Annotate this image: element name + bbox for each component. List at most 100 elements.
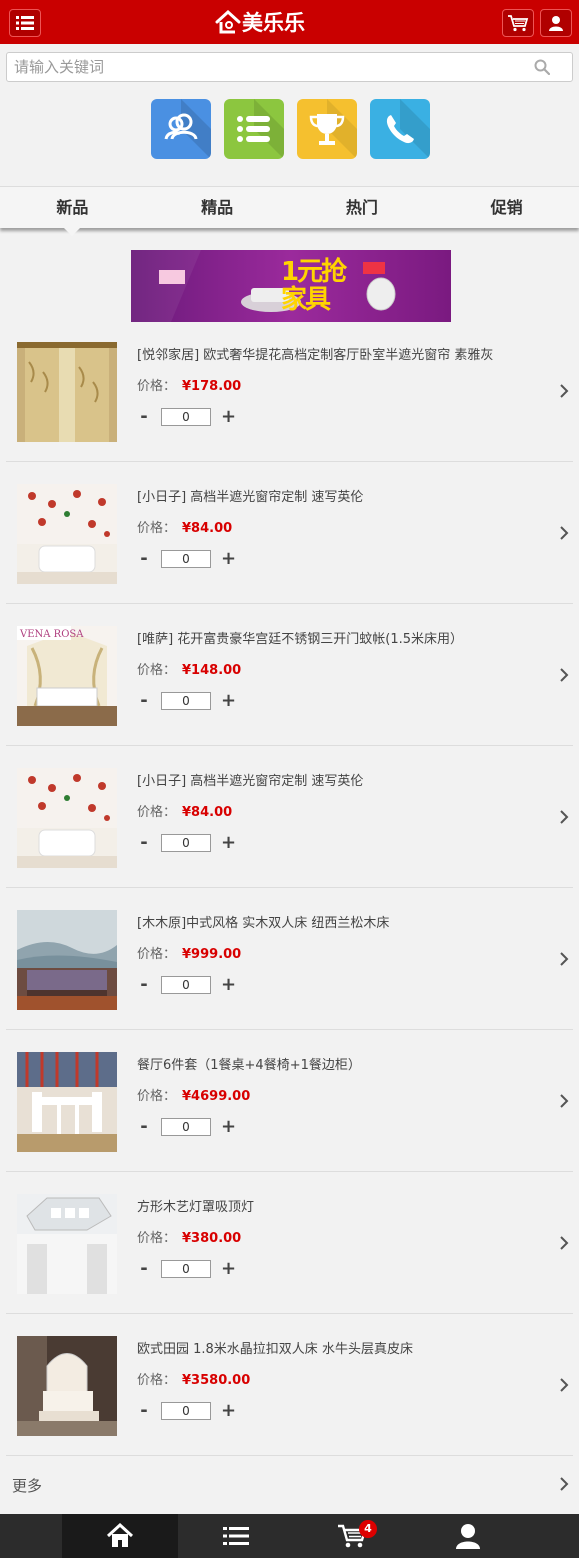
increase-button[interactable]: + xyxy=(221,692,236,710)
promo-banner[interactable]: 1元抢家具 xyxy=(131,250,451,322)
product-item[interactable]: [木木原]中式风格 实木双人床 纽西兰松木床 价格： ¥999.00 - 0 + xyxy=(6,888,573,1030)
price-label: 价格： xyxy=(137,521,177,536)
product-image[interactable] xyxy=(17,1052,117,1152)
chevron-right-icon[interactable] xyxy=(559,1094,569,1108)
decrease-button[interactable]: - xyxy=(137,1402,151,1420)
tab-promotion[interactable]: 促销 xyxy=(434,187,579,228)
increase-button[interactable]: + xyxy=(221,976,236,994)
phone-icon xyxy=(386,99,430,159)
quantity-input[interactable]: 0 xyxy=(161,834,211,852)
decrease-button[interactable]: - xyxy=(137,976,151,994)
quantity-input[interactable]: 0 xyxy=(161,976,211,994)
search-bar xyxy=(6,52,573,82)
chevron-right-icon[interactable] xyxy=(559,952,569,966)
price-label: 价格： xyxy=(137,663,177,678)
nav-home[interactable] xyxy=(62,1514,178,1558)
quick-link-categories[interactable] xyxy=(224,99,284,159)
tab-hot[interactable]: 热门 xyxy=(290,187,435,228)
product-item[interactable]: [小日子] 高档半遮光窗帘定制 速写英伦 价格： ¥84.00 - 0 + xyxy=(6,462,573,604)
tab-label: 新品 xyxy=(56,198,89,217)
quantity-stepper: - 0 + xyxy=(137,548,236,570)
site-logo[interactable]: 美乐乐 xyxy=(215,6,305,38)
quantity-input[interactable]: 0 xyxy=(161,692,211,710)
more-link[interactable]: 更多 xyxy=(0,1460,579,1508)
increase-button[interactable]: + xyxy=(221,408,236,426)
product-item[interactable]: [小日子] 高档半遮光窗帘定制 速写英伦 价格： ¥84.00 - 0 + xyxy=(6,746,573,888)
chevron-right-icon[interactable] xyxy=(559,810,569,824)
increase-button[interactable]: + xyxy=(221,1402,236,1420)
product-image[interactable]: VENA ROSA xyxy=(17,626,117,726)
product-image[interactable] xyxy=(17,484,117,584)
product-price: ¥380.00 xyxy=(182,1231,242,1246)
product-image[interactable] xyxy=(17,768,117,868)
product-list: [悦邻家居] 欧式奢华提花高档定制客厅卧室半遮光窗帘 素雅灰 价格： ¥178.0… xyxy=(0,320,579,1456)
price-label: 价格： xyxy=(137,379,177,394)
chevron-right-icon[interactable] xyxy=(559,668,569,682)
product-price-row: 价格： ¥178.00 xyxy=(137,375,241,394)
quantity-input[interactable]: 0 xyxy=(161,550,211,568)
product-image[interactable] xyxy=(17,1194,117,1294)
house-logo-icon xyxy=(215,10,241,34)
product-image[interactable] xyxy=(17,1336,117,1436)
product-price: ¥999.00 xyxy=(182,947,242,962)
quantity-stepper: - 0 + xyxy=(137,1116,236,1138)
product-name[interactable]: 欧式田园 1.8米水晶拉扣双人床 水牛头层真皮床 xyxy=(137,1338,413,1357)
increase-button[interactable]: + xyxy=(221,1118,236,1136)
tab-new[interactable]: 新品 xyxy=(0,187,145,236)
decrease-button[interactable]: - xyxy=(137,408,151,426)
quick-link-members[interactable] xyxy=(151,99,211,159)
tab-featured[interactable]: 精品 xyxy=(145,187,290,228)
quick-link-contact[interactable] xyxy=(370,99,430,159)
quantity-input[interactable]: 0 xyxy=(161,1402,211,1420)
product-name[interactable]: [木木原]中式风格 实木双人床 纽西兰松木床 xyxy=(137,912,389,931)
product-item[interactable]: VENA ROSA [唯萨] 花开富贵豪华宫廷不锈钢三开门蚊帐(1.5米床用） … xyxy=(6,604,573,746)
product-item[interactable]: 方形木艺灯罩吸顶灯 价格： ¥380.00 - 0 + xyxy=(6,1172,573,1314)
chevron-right-icon[interactable] xyxy=(559,1378,569,1392)
search-input[interactable] xyxy=(7,53,527,81)
menu-button[interactable] xyxy=(9,9,41,37)
quantity-input[interactable]: 0 xyxy=(161,1260,211,1278)
product-name[interactable]: 餐厅6件套（1餐桌+4餐椅+1餐边柜） xyxy=(137,1054,361,1073)
increase-button[interactable]: + xyxy=(221,550,236,568)
nav-categories[interactable] xyxy=(178,1514,294,1558)
increase-button[interactable]: + xyxy=(221,1260,236,1278)
chevron-right-icon[interactable] xyxy=(559,384,569,398)
cart-button[interactable] xyxy=(502,9,534,37)
product-price-row: 价格： ¥4699.00 xyxy=(137,1085,250,1104)
menu-icon xyxy=(16,16,34,30)
user-icon xyxy=(456,1524,480,1549)
product-item[interactable]: [悦邻家居] 欧式奢华提花高档定制客厅卧室半遮光窗帘 素雅灰 价格： ¥178.0… xyxy=(6,320,573,462)
quick-link-rankings[interactable] xyxy=(297,99,357,159)
product-item[interactable]: 欧式田园 1.8米水晶拉扣双人床 水牛头层真皮床 价格： ¥3580.00 - 0… xyxy=(6,1314,573,1456)
product-name[interactable]: 方形木艺灯罩吸顶灯 xyxy=(137,1196,254,1215)
user-button[interactable] xyxy=(540,9,572,37)
increase-button[interactable]: + xyxy=(221,834,236,852)
product-name[interactable]: [悦邻家居] 欧式奢华提花高档定制客厅卧室半遮光窗帘 素雅灰 xyxy=(137,344,493,363)
product-name[interactable]: [小日子] 高档半遮光窗帘定制 速写英伦 xyxy=(137,770,363,789)
decrease-button[interactable]: - xyxy=(137,692,151,710)
chevron-right-icon[interactable] xyxy=(559,1236,569,1250)
nav-user[interactable] xyxy=(410,1514,526,1558)
decrease-button[interactable]: - xyxy=(137,1118,151,1136)
product-name[interactable]: [唯萨] 花开富贵豪华宫廷不锈钢三开门蚊帐(1.5米床用） xyxy=(137,628,463,647)
product-price-row: 价格： ¥84.00 xyxy=(137,517,232,536)
more-label: 更多 xyxy=(12,1477,43,1495)
search-icon[interactable] xyxy=(534,59,550,75)
banner-title: 1元抢家具 xyxy=(281,257,347,315)
product-price: ¥3580.00 xyxy=(182,1373,251,1388)
nav-cart[interactable]: 4 xyxy=(294,1514,410,1558)
product-image[interactable] xyxy=(17,910,117,1010)
chevron-right-icon[interactable] xyxy=(559,526,569,540)
list-icon xyxy=(223,1527,249,1545)
price-label: 价格： xyxy=(137,1089,177,1104)
decrease-button[interactable]: - xyxy=(137,834,151,852)
product-item[interactable]: 餐厅6件套（1餐桌+4餐椅+1餐边柜） 价格： ¥4699.00 - 0 + xyxy=(6,1030,573,1172)
quantity-input[interactable]: 0 xyxy=(161,1118,211,1136)
product-image[interactable] xyxy=(17,342,117,442)
decrease-button[interactable]: - xyxy=(137,550,151,568)
decrease-button[interactable]: - xyxy=(137,1260,151,1278)
list-icon xyxy=(237,99,284,159)
bottom-nav: 4 xyxy=(0,1514,579,1558)
product-name[interactable]: [小日子] 高档半遮光窗帘定制 速写英伦 xyxy=(137,486,363,505)
quantity-input[interactable]: 0 xyxy=(161,408,211,426)
